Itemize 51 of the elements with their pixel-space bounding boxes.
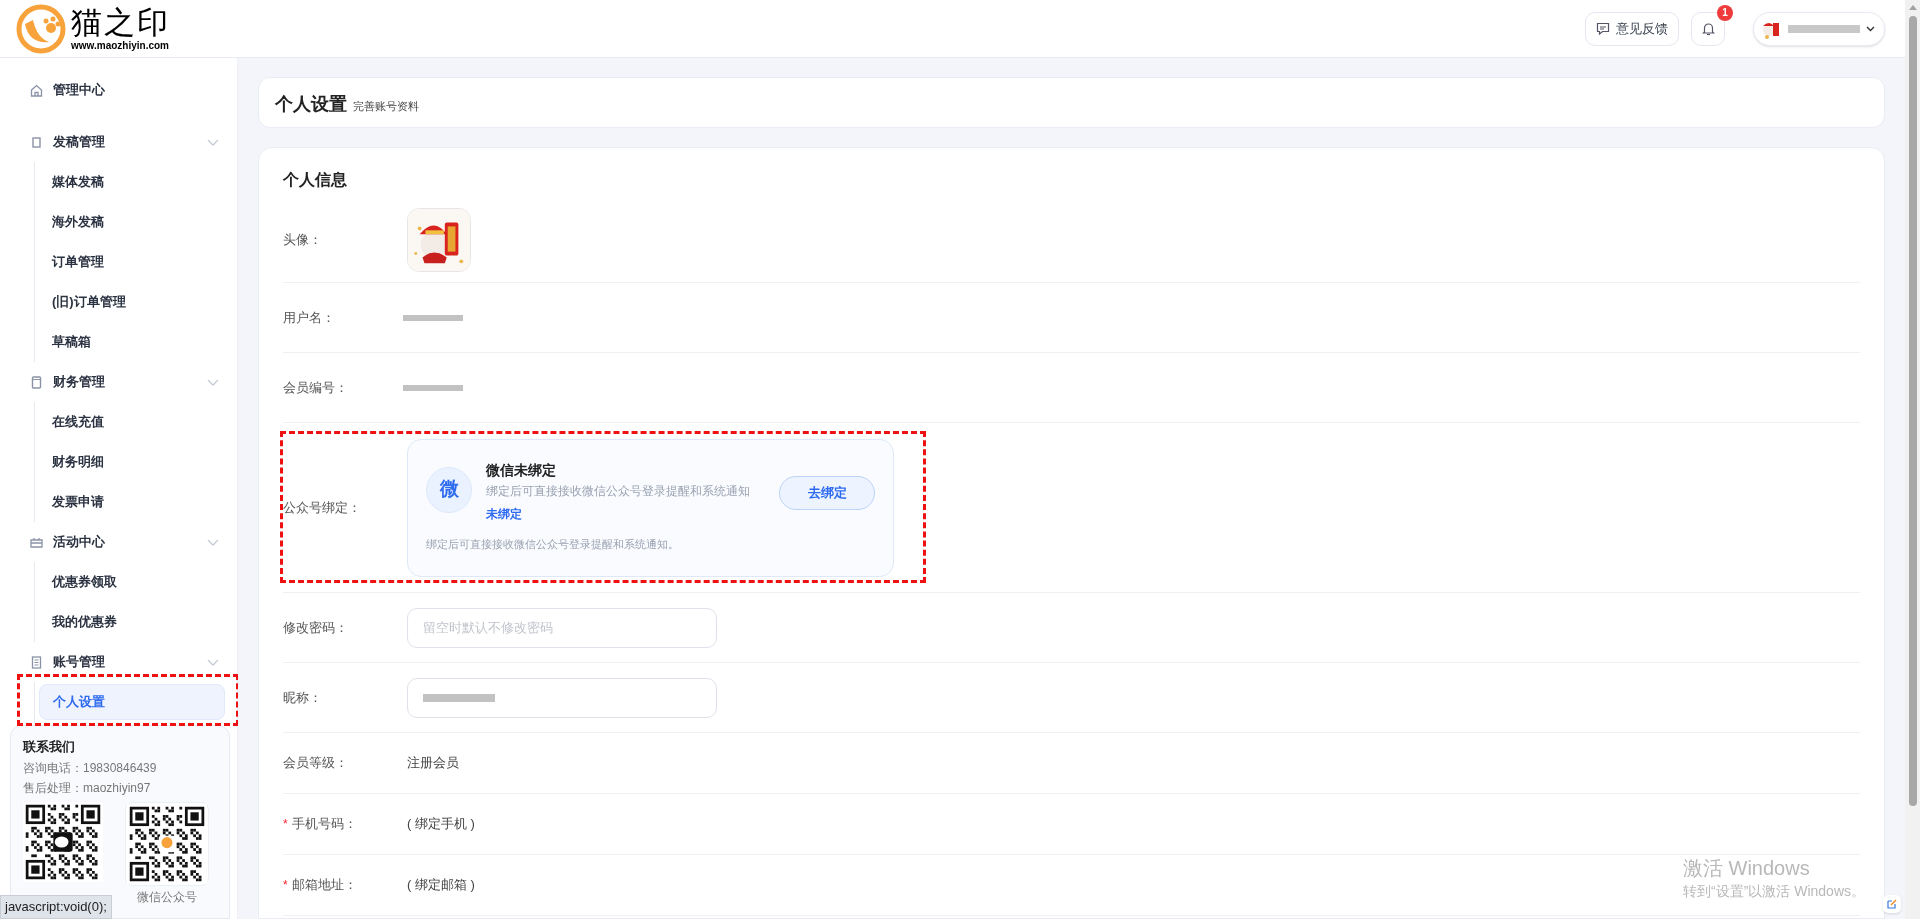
contact-title: 联系我们	[23, 738, 76, 756]
field-label: 会员编号：	[283, 378, 348, 397]
logo-url: www.maozhiyin.com	[71, 39, 170, 52]
input-field[interactable]: 留空时默认不修改密码	[407, 607, 717, 648]
field-label: 公众号绑定：	[283, 498, 361, 517]
page-subtitle: 完善账号资料	[353, 99, 419, 114]
contact-line: 咨询电话：19830846439	[23, 760, 158, 777]
binding-note: 绑定后可直接接收微信公众号登录提醒和系统通知。	[426, 536, 680, 552]
menu-item[interactable]: 我的优惠券	[39, 604, 225, 640]
field-label: 修改密码：	[283, 618, 348, 637]
field-value: ( 绑定手机 )	[407, 815, 475, 834]
feedback-button[interactable]: 意见反馈	[1585, 11, 1679, 46]
menu-item[interactable]: 在线充值	[39, 404, 225, 440]
wechat-badge: 微	[426, 466, 472, 513]
menu-item[interactable]: 发票申请	[39, 484, 225, 520]
menu-item[interactable]: (旧)订单管理	[39, 284, 225, 320]
field-label: 昵称：	[283, 688, 322, 707]
binding-title: 微信未绑定	[486, 460, 557, 480]
status-tooltip: javascript:void(0);	[0, 895, 112, 919]
menu-group[interactable]: 活动中心	[22, 522, 225, 562]
menu-item[interactable]: 个人设置	[39, 684, 225, 720]
section-title: 个人信息	[283, 170, 348, 190]
menu-item[interactable]: 订单管理	[39, 244, 225, 280]
activation-title: 激活 Windows	[1683, 856, 1811, 881]
field-label: 会员等级：	[283, 754, 348, 773]
menu-item[interactable]: 媒体发稿	[39, 164, 225, 200]
field-value: 注册会员	[407, 754, 459, 773]
field-label: 头像：	[283, 230, 322, 249]
required-mark: *	[283, 877, 288, 894]
binding-description: 绑定后可直接接收微信公众号登录提醒和系统通知	[486, 482, 750, 500]
binding-status: 未绑定	[486, 505, 523, 523]
qr-caption: 微信公众号	[137, 889, 197, 905]
field-value: ( 绑定邮箱 )	[407, 876, 475, 895]
activation-subtitle: 转到“设置”以激活 Windows。	[1683, 882, 1865, 901]
field-label: 手机号码：	[291, 815, 357, 834]
contact-line: 售后处理：maozhiyin97	[23, 780, 152, 797]
menu-item[interactable]: 草稿箱	[39, 324, 225, 360]
menu-group[interactable]: 账号管理	[22, 642, 225, 682]
notification-badge: 1	[1717, 4, 1733, 21]
field-label: 邮箱地址：	[291, 876, 357, 895]
menu-group[interactable]: 发稿管理	[22, 122, 225, 162]
page-title: 个人设置	[275, 93, 347, 116]
menu-item[interactable]: 海外发稿	[39, 204, 225, 240]
required-mark: *	[283, 816, 288, 833]
menu-group[interactable]: 财务管理	[22, 362, 225, 402]
field-label: 用户名：	[283, 308, 335, 327]
logo-name: 猫之印	[71, 5, 170, 40]
menu-item[interactable]: 管理中心	[22, 70, 225, 110]
menu-item[interactable]: 优惠券领取	[39, 564, 225, 600]
menu-item[interactable]: 财务明细	[39, 444, 225, 480]
bind-button[interactable]: 去绑定	[779, 475, 875, 510]
